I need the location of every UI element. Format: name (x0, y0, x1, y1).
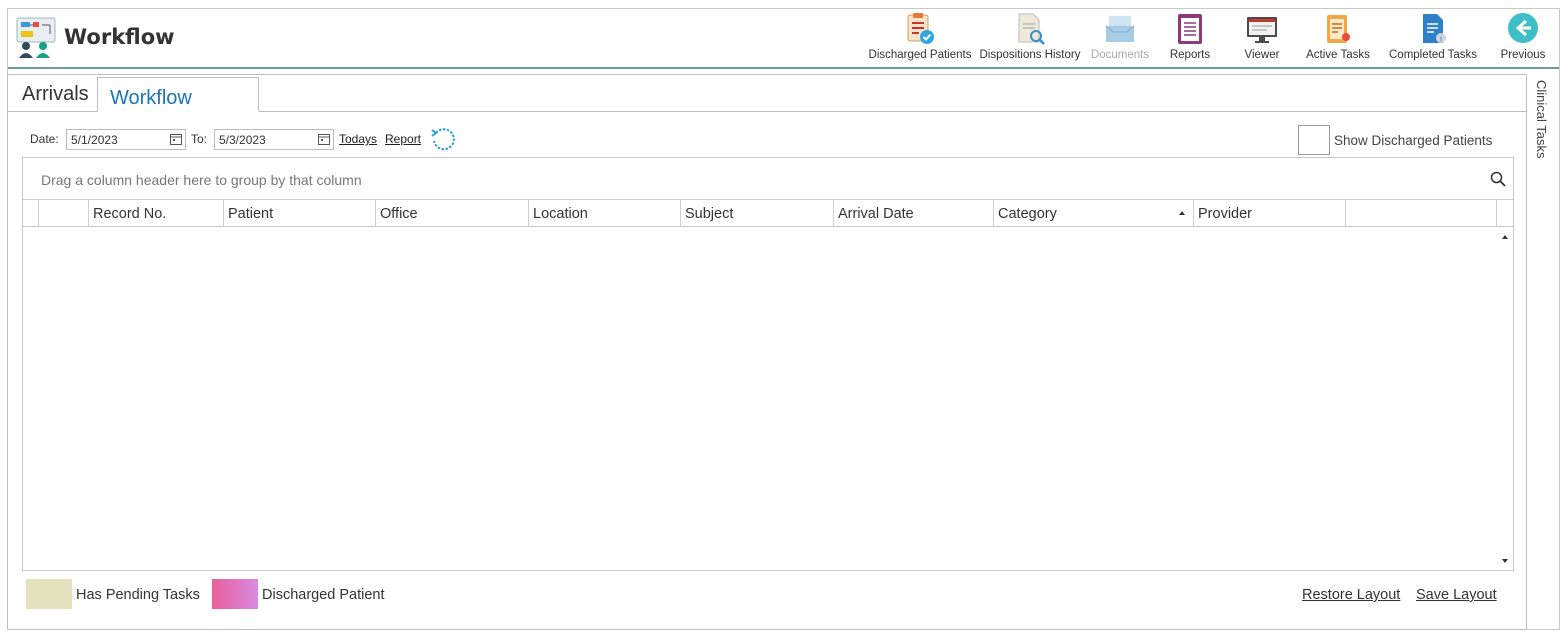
documents-label: Documents (1090, 49, 1150, 61)
report-clipboard-icon (1178, 14, 1202, 44)
column-header-category-label: Category (998, 206, 1057, 222)
scroll-down-icon (1502, 559, 1508, 563)
discharged-patients-button[interactable]: Discharged Patients (865, 9, 975, 69)
document-search-icon (1018, 13, 1045, 45)
column-header-office[interactable]: Office (376, 200, 529, 227)
grid-header-row: Record No. Patient Office Location Subje… (23, 200, 1513, 227)
workflow-app-icon (16, 17, 56, 58)
title-bar: Workflow Discharged Patients Disposition… (8, 9, 1559, 69)
completed-tasks-label: Completed Tasks (1389, 49, 1477, 61)
viewer-button[interactable]: Viewer (1225, 9, 1299, 69)
column-header-arrival-date[interactable]: Arrival Date (834, 200, 994, 227)
completed-tasks-button[interactable]: i Completed Tasks (1377, 9, 1489, 69)
column-header-subject[interactable]: Subject (681, 200, 834, 227)
empty-column-header (1346, 200, 1497, 227)
viewer-label: Viewer (1244, 49, 1280, 61)
scroll-down-button[interactable] (1498, 554, 1512, 568)
inbox-tray-icon (1105, 16, 1135, 42)
date-from-value: 5/1/2023 (71, 133, 118, 147)
group-by-hint: Drag a column header here to group by th… (41, 172, 362, 188)
active-tasks-button[interactable]: Active Tasks (1299, 9, 1377, 69)
expand-column (39, 200, 89, 227)
clinical-tasks-side-tab[interactable]: Clinical Tasks (1532, 80, 1554, 170)
todays-link[interactable]: Todays (339, 132, 377, 146)
pending-tasks-swatch (26, 579, 72, 609)
previous-button[interactable]: Previous (1489, 9, 1557, 69)
column-header-patient[interactable]: Patient (224, 200, 376, 227)
date-from-field[interactable]: 5/1/2023 (66, 129, 186, 150)
search-icon[interactable] (1490, 171, 1506, 187)
previous-label: Previous (1500, 49, 1546, 61)
monitor-icon (1247, 17, 1277, 43)
refresh-icon[interactable] (428, 125, 458, 155)
reports-label: Reports (1169, 49, 1211, 61)
restore-layout-link[interactable]: Restore Layout (1302, 587, 1400, 603)
calendar-icon[interactable] (170, 133, 182, 145)
tab-arrivals[interactable]: Arrivals (10, 77, 98, 111)
show-discharged-checkbox[interactable] (1298, 125, 1330, 155)
active-tasks-label: Active Tasks (1306, 49, 1370, 61)
back-arrow-icon (1508, 13, 1538, 43)
main-panel: Arrivals Workflow Items Date: 5/1/2023 T… (7, 74, 1527, 630)
date-to-value: 5/3/2023 (219, 133, 266, 147)
column-header-provider[interactable]: Provider (1194, 200, 1346, 227)
report-link[interactable]: Report (385, 132, 421, 146)
svg-text:i: i (1440, 35, 1442, 44)
column-header-record-no[interactable]: Record No. (89, 200, 224, 227)
scroll-up-button[interactable] (1498, 230, 1512, 244)
completed-tasks-icon: i (1423, 14, 1446, 44)
tab-workflow-items[interactable]: Workflow Items (97, 77, 259, 149)
active-tasks-icon (1327, 15, 1350, 43)
dispositions-history-button[interactable]: Dispositions History (975, 9, 1085, 69)
save-layout-link[interactable]: Save Layout (1416, 587, 1497, 603)
app-title: Workflow (64, 25, 175, 49)
to-label: To: (191, 132, 208, 146)
workflow-grid: Drag a column header here to group by th… (22, 157, 1514, 571)
reports-button[interactable]: Reports (1155, 9, 1225, 69)
scroll-up-icon (1502, 235, 1508, 239)
sort-ascending-icon (1179, 211, 1185, 215)
column-header-category[interactable]: Category (994, 200, 1194, 227)
pending-tasks-legend-label: Has Pending Tasks (76, 587, 200, 603)
show-discharged-label: Show Discharged Patients (1334, 133, 1493, 148)
date-to-field[interactable]: 5/3/2023 (214, 129, 334, 150)
group-by-panel[interactable]: Drag a column header here to group by th… (23, 158, 1513, 200)
row-indicator-column (23, 200, 39, 227)
date-label: Date: (30, 132, 59, 146)
discharged-patients-icon (907, 13, 934, 44)
discharged-patient-swatch (212, 579, 258, 609)
documents-button[interactable]: Documents (1085, 9, 1155, 69)
discharged-patients-label: Discharged Patients (868, 49, 972, 61)
dispositions-history-label: Dispositions History (979, 49, 1081, 61)
clinical-tasks-label: Clinical Tasks (1534, 80, 1549, 159)
calendar-icon[interactable] (318, 133, 330, 145)
discharged-patient-legend-label: Discharged Patient (262, 587, 385, 603)
column-header-location[interactable]: Location (529, 200, 681, 227)
